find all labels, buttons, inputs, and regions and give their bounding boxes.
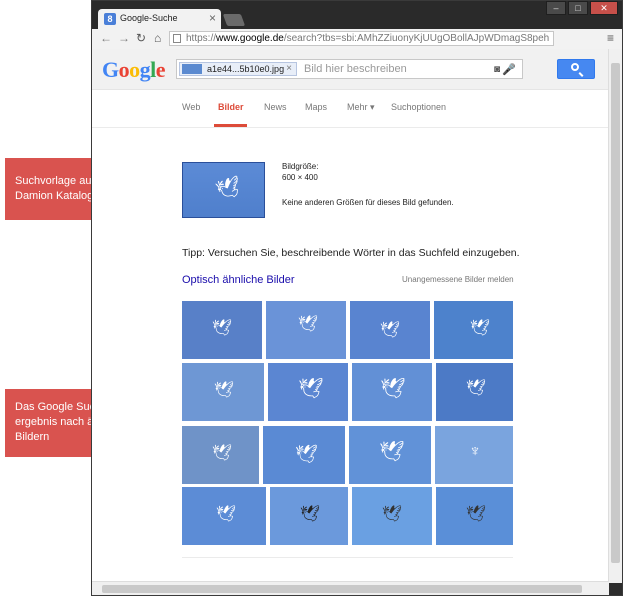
bird-image-icon: 🕊 (212, 445, 233, 462)
bird-image-icon: 🕊 (212, 320, 233, 337)
logo-letter: o (118, 57, 130, 82)
maximize-button[interactable]: □ (568, 1, 588, 15)
menu-icon[interactable]: ≡ (607, 31, 614, 45)
similar-images-link[interactable]: Optisch ähnliche Bilder (182, 274, 295, 286)
size-label: Bildgröße: (282, 162, 319, 171)
chip-filename: a1e44...5b10e0.jpg (207, 64, 285, 74)
back-arrow-icon[interactable]: ← (100, 31, 112, 45)
similar-image[interactable]: 🕊 (263, 426, 345, 484)
bird-image-icon: 🕊 (466, 506, 487, 523)
similar-image[interactable]: 🕊 (436, 487, 513, 545)
scrollbar-thumb[interactable] (102, 585, 582, 593)
bird-image-icon: 🕊 (214, 382, 235, 399)
bird-image-icon: 🕊 (300, 506, 321, 523)
similar-image[interactable]: 🕊 (350, 301, 430, 359)
stork-image-icon: 🕊 (213, 175, 244, 203)
google-tab-bar: Web Bilder News Maps Mehr ▾ Suchoptionen (92, 89, 609, 128)
google-header: Google a1e44...5b10e0.jpg × Bild hier be… (92, 49, 609, 90)
forward-arrow-icon[interactable]: → (118, 31, 130, 45)
no-other-sizes-text: Keine anderen Größen für dieses Bild gef… (282, 198, 454, 207)
similar-image[interactable]: 🕊 (182, 426, 259, 484)
close-window-button[interactable]: ✕ (590, 1, 618, 15)
bird-image-icon: 🕊 (466, 380, 487, 397)
bird-image-icon: 🕊 (380, 322, 401, 339)
url-domain: www.google.de (216, 33, 284, 44)
callout-line: Bildern (15, 431, 50, 443)
query-image[interactable]: 🕊 (182, 162, 265, 218)
tab-web[interactable]: Web (182, 102, 200, 112)
page-icon (173, 34, 181, 43)
microphone-icon[interactable]: 🎤 (502, 63, 516, 76)
similar-image[interactable]: 🕊 (182, 487, 266, 545)
similar-image[interactable]: 🕊 (182, 301, 262, 359)
similar-image[interactable]: 🕊 (352, 363, 432, 421)
google-logo[interactable]: Google (102, 57, 166, 83)
search-placeholder: Bild hier beschreiben (304, 63, 407, 75)
vertical-scrollbar[interactable] (608, 49, 622, 583)
query-image-chip[interactable]: a1e44...5b10e0.jpg × (179, 62, 297, 76)
content-divider (182, 557, 513, 558)
tab-close-icon[interactable]: × (209, 11, 216, 25)
similar-image[interactable]: ♆ (435, 426, 513, 484)
tab-maps[interactable]: Maps (305, 102, 327, 112)
url-rest: /search?tbs=sbi:AMhZZiuonyKjUUgOBollAJpW… (283, 33, 550, 44)
tab-news[interactable]: News (264, 102, 287, 112)
page-viewport: Google a1e44...5b10e0.jpg × Bild hier be… (92, 49, 609, 583)
search-button[interactable] (557, 59, 595, 79)
horizontal-scrollbar[interactable] (92, 581, 609, 595)
home-icon[interactable]: ⌂ (154, 31, 161, 45)
bird-image-icon: 🕊 (298, 316, 319, 333)
callout-line: Damion Katalog (15, 190, 94, 202)
search-tip: Tipp: Versuchen Sie, beschreibende Wörte… (182, 247, 520, 259)
bird-image-icon: 🕊 (379, 441, 405, 463)
similar-image[interactable]: 🕊 (436, 363, 513, 421)
chip-remove-icon[interactable]: × (286, 63, 292, 74)
size-value: 600 × 400 (282, 173, 318, 182)
similar-image[interactable]: 🕊 (434, 301, 513, 359)
search-input[interactable]: a1e44...5b10e0.jpg × Bild hier beschreib… (176, 59, 523, 79)
report-images-link[interactable]: Unangemessene Bilder melden (402, 275, 514, 284)
similar-image[interactable]: 🕊 (266, 301, 346, 359)
url-prefix: https:// (186, 33, 217, 44)
active-tab-indicator (214, 124, 247, 127)
similar-image[interactable]: 🕊 (349, 426, 431, 484)
camera-icon[interactable]: ◙ (494, 64, 500, 75)
image-size-info: Bildgröße: 600 × 400 Keine anderen Größe… (282, 161, 454, 208)
similar-image[interactable]: 🕊 (352, 487, 432, 545)
browser-window: 8 Google-Suche × – □ ✕ ← → ↻ ⌂ https://w… (91, 0, 623, 596)
new-tab-button[interactable] (222, 14, 246, 26)
chip-thumbnail (182, 64, 202, 74)
similar-image[interactable]: 🕊 (268, 363, 348, 421)
logo-letter: G (102, 57, 119, 82)
google-favicon-icon: 8 (104, 13, 116, 25)
minimize-button[interactable]: – (546, 1, 566, 15)
tab-more[interactable]: Mehr ▾ (347, 102, 375, 113)
logo-letter: g (139, 57, 151, 82)
tab-search-options[interactable]: Suchoptionen (391, 102, 446, 112)
similar-image[interactable]: 🕊 (182, 363, 264, 421)
similar-image[interactable]: 🕊 (270, 487, 348, 545)
scrollbar-thumb[interactable] (611, 63, 620, 563)
bird-image-icon: 🕊 (295, 444, 318, 464)
lamp-image-icon: ♆ (469, 443, 481, 460)
bird-image-icon: 🕊 (382, 506, 403, 523)
bird-image-icon: 🕊 (216, 506, 237, 523)
title-bar: 8 Google-Suche × – □ ✕ (92, 1, 622, 29)
tab-title: Google-Suche (120, 13, 178, 23)
bird-image-icon: 🕊 (298, 378, 324, 400)
browser-toolbar: ← → ↻ ⌂ https://www.google.de/search?tbs… (92, 29, 622, 50)
browser-tab[interactable]: 8 Google-Suche × (98, 9, 221, 29)
tab-images[interactable]: Bilder (218, 102, 244, 112)
logo-letter: o (129, 57, 140, 82)
logo-letter: e (155, 57, 166, 82)
address-bar[interactable]: https://www.google.de/search?tbs=sbi:AMh… (169, 31, 554, 46)
search-icon (571, 63, 579, 71)
bird-image-icon: 🕊 (470, 320, 491, 337)
reload-icon[interactable]: ↻ (136, 31, 146, 45)
bird-image-icon: 🕊 (380, 378, 406, 400)
window-controls: – □ ✕ (546, 1, 618, 15)
